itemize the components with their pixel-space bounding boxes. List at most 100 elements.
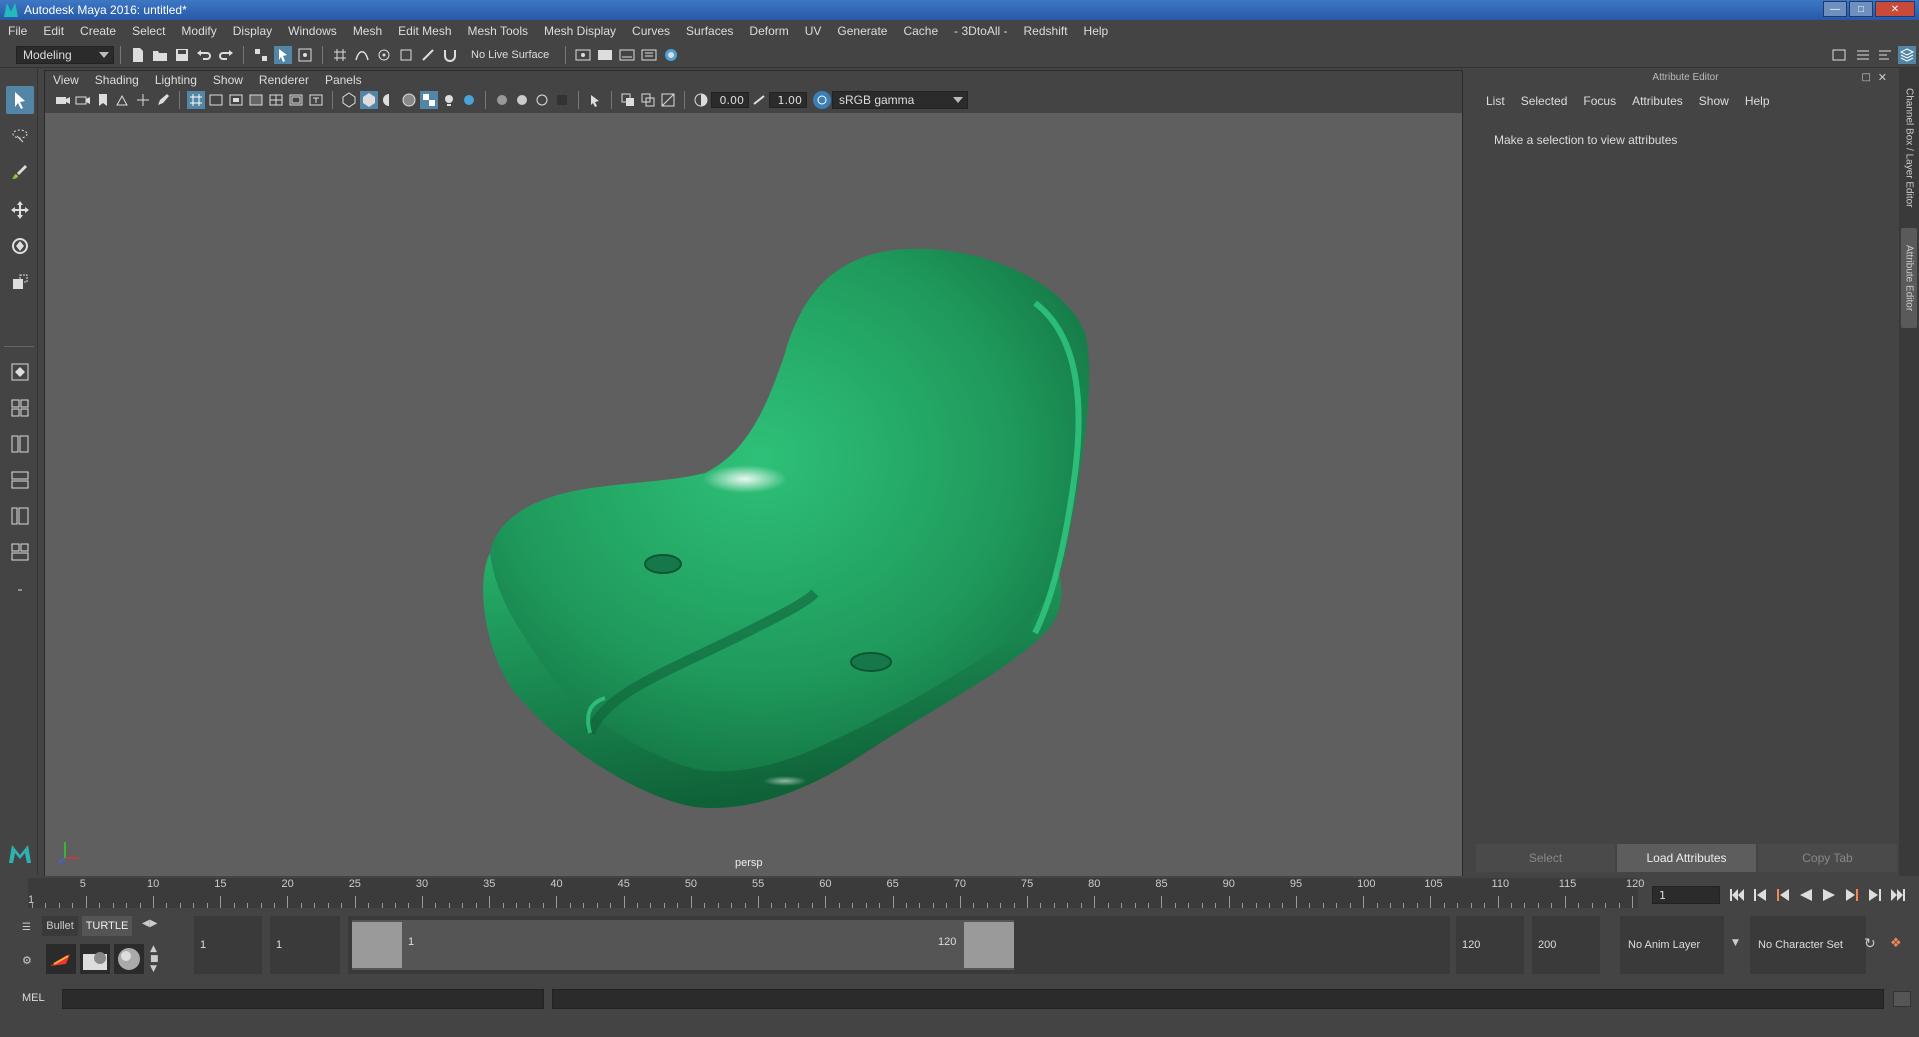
ipr-render-icon[interactable]: [618, 46, 636, 64]
new-scene-icon[interactable]: [129, 46, 147, 64]
persp-outliner-layout-button[interactable]: [6, 430, 34, 458]
channel-box-toggle-icon[interactable]: [1898, 45, 1916, 64]
snap-live-icon[interactable]: [419, 46, 437, 64]
resolution-gate-icon[interactable]: [227, 91, 245, 109]
range-start-handle[interactable]: [352, 922, 402, 968]
render-current-frame-icon[interactable]: [596, 46, 614, 64]
menu-uv[interactable]: UV: [797, 24, 830, 38]
command-input[interactable]: [62, 989, 544, 1009]
animation-start-field[interactable]: 1: [194, 916, 262, 974]
snap-grid-icon[interactable]: [331, 46, 349, 64]
undo-icon[interactable]: [195, 46, 213, 64]
copy-tab-button[interactable]: Copy Tab: [1758, 844, 1897, 872]
animation-preferences-icon[interactable]: ❖: [1890, 936, 1902, 951]
smooth-shade-icon[interactable]: [360, 91, 378, 109]
ae-menu-attributes[interactable]: Attributes: [1624, 94, 1691, 108]
shelf-tab-turtle[interactable]: TURTLE: [82, 916, 132, 936]
gate-mask-icon[interactable]: [247, 91, 265, 109]
render-settings-icon[interactable]: [640, 46, 658, 64]
current-frame-field[interactable]: 1: [1652, 886, 1720, 904]
grease-pencil-icon[interactable]: [154, 91, 172, 109]
move-tool-button[interactable]: [6, 196, 34, 224]
vp-menu-view[interactable]: View: [45, 73, 87, 87]
tab-attribute-editor[interactable]: Attribute Editor: [1901, 228, 1917, 328]
exposure-field[interactable]: 0.00: [711, 92, 749, 108]
tab-channel-box[interactable]: Channel Box / Layer Editor: [1901, 78, 1917, 218]
menu-select[interactable]: Select: [124, 24, 173, 38]
anti-aliasing-icon[interactable]: [533, 91, 551, 109]
menu-windows[interactable]: Windows: [280, 24, 345, 38]
character-set-dropdown[interactable]: No Character Set: [1750, 916, 1866, 974]
range-slider-bar[interactable]: [352, 920, 1014, 970]
minimize-button[interactable]: —: [1823, 1, 1847, 17]
use-all-lights-icon[interactable]: [440, 91, 458, 109]
menu-3dtoall[interactable]: - 3DtoAll -: [946, 24, 1015, 38]
select-by-object-icon[interactable]: [274, 45, 292, 64]
more-layouts-button[interactable]: [6, 576, 34, 604]
shadows-icon[interactable]: [460, 91, 478, 109]
animation-end-field[interactable]: 200: [1532, 916, 1600, 974]
paint-select-tool-button[interactable]: [6, 158, 34, 186]
vp-menu-panels[interactable]: Panels: [317, 73, 370, 87]
load-attributes-button[interactable]: Load Attributes: [1617, 844, 1756, 872]
redo-icon[interactable]: [217, 46, 235, 64]
playback-start-field[interactable]: 1: [270, 916, 340, 974]
exposure-icon[interactable]: [692, 91, 710, 109]
turtle-bake-icon[interactable]: [80, 944, 110, 974]
scale-tool-button[interactable]: [6, 268, 34, 296]
menu-mesh-tools[interactable]: Mesh Tools: [460, 24, 536, 38]
save-scene-icon[interactable]: [173, 46, 191, 64]
step-back-key-icon[interactable]: [1751, 886, 1768, 903]
menu-help[interactable]: Help: [1076, 24, 1117, 38]
select-button[interactable]: Select: [1476, 844, 1615, 872]
menu-generate[interactable]: Generate: [829, 24, 895, 38]
screen-space-ao-icon[interactable]: [493, 91, 511, 109]
outliner-persp-layout-button[interactable]: [6, 502, 34, 530]
float-panel-icon[interactable]: □: [1862, 72, 1871, 83]
menu-mesh-display[interactable]: Mesh Display: [536, 24, 624, 38]
maximize-button[interactable]: □: [1849, 1, 1873, 17]
play-backward-icon[interactable]: [1797, 886, 1814, 903]
menu-curves[interactable]: Curves: [624, 24, 678, 38]
turtle-sphere-icon[interactable]: [114, 944, 144, 974]
shelf-menu-icon[interactable]: ☰: [22, 922, 31, 933]
custom-layout-button[interactable]: [6, 538, 34, 566]
textured-icon[interactable]: [420, 91, 438, 109]
xray-icon[interactable]: [619, 91, 637, 109]
shelf-tab-scroll-icon[interactable]: ◀▶: [142, 918, 157, 929]
menu-create[interactable]: Create: [72, 24, 124, 38]
wireframe-icon[interactable]: [340, 91, 358, 109]
select-by-hierarchy-icon[interactable]: [252, 46, 270, 64]
go-to-start-icon[interactable]: [1728, 886, 1745, 903]
menu-set-dropdown[interactable]: Modeling: [16, 45, 114, 64]
3d-viewport[interactable]: persp: [45, 113, 1462, 877]
menu-display[interactable]: Display: [225, 24, 280, 38]
hypershade-icon[interactable]: [662, 46, 680, 64]
live-surface-field[interactable]: No Live Surface: [471, 49, 549, 61]
ae-menu-focus[interactable]: Focus: [1575, 94, 1624, 108]
script-language-label[interactable]: MEL: [22, 992, 45, 1004]
rotate-tool-button[interactable]: [6, 232, 34, 260]
time-slider-track[interactable]: 5 10 15 20 25 30 35 40 45 50 55 60 65 70 75 80 85 90 95 100…: [28, 878, 1644, 908]
2d-pan-zoom-icon[interactable]: [134, 91, 152, 109]
go-to-end-icon[interactable]: [1889, 886, 1906, 903]
open-scene-icon[interactable]: [151, 46, 169, 64]
menu-mesh[interactable]: Mesh: [345, 24, 390, 38]
select-by-component-icon[interactable]: [296, 46, 314, 64]
vp-menu-renderer[interactable]: Renderer: [251, 73, 317, 87]
sidebar-toggle-2-icon[interactable]: [1854, 46, 1872, 64]
playback-end-field[interactable]: 120: [1456, 916, 1524, 974]
motion-blur-icon[interactable]: [513, 91, 531, 109]
time-slider[interactable]: 5 10 15 20 25 30 35 40 45 50 55 60 65 70 75 80 85 90 95 100…: [0, 876, 1919, 910]
four-view-layout-button[interactable]: [6, 394, 34, 422]
ae-menu-show[interactable]: Show: [1691, 94, 1737, 108]
ae-menu-help[interactable]: Help: [1737, 94, 1778, 108]
anim-layer-dropdown[interactable]: No Anim Layer: [1620, 916, 1724, 974]
play-forward-icon[interactable]: [1820, 886, 1837, 903]
vp-menu-lighting[interactable]: Lighting: [147, 73, 205, 87]
menu-redshift[interactable]: Redshift: [1016, 24, 1076, 38]
camera-select-icon[interactable]: [54, 91, 72, 109]
turtle-render-icon[interactable]: [46, 944, 76, 974]
safe-title-icon[interactable]: [307, 91, 325, 109]
ae-menu-list[interactable]: List: [1478, 94, 1513, 108]
